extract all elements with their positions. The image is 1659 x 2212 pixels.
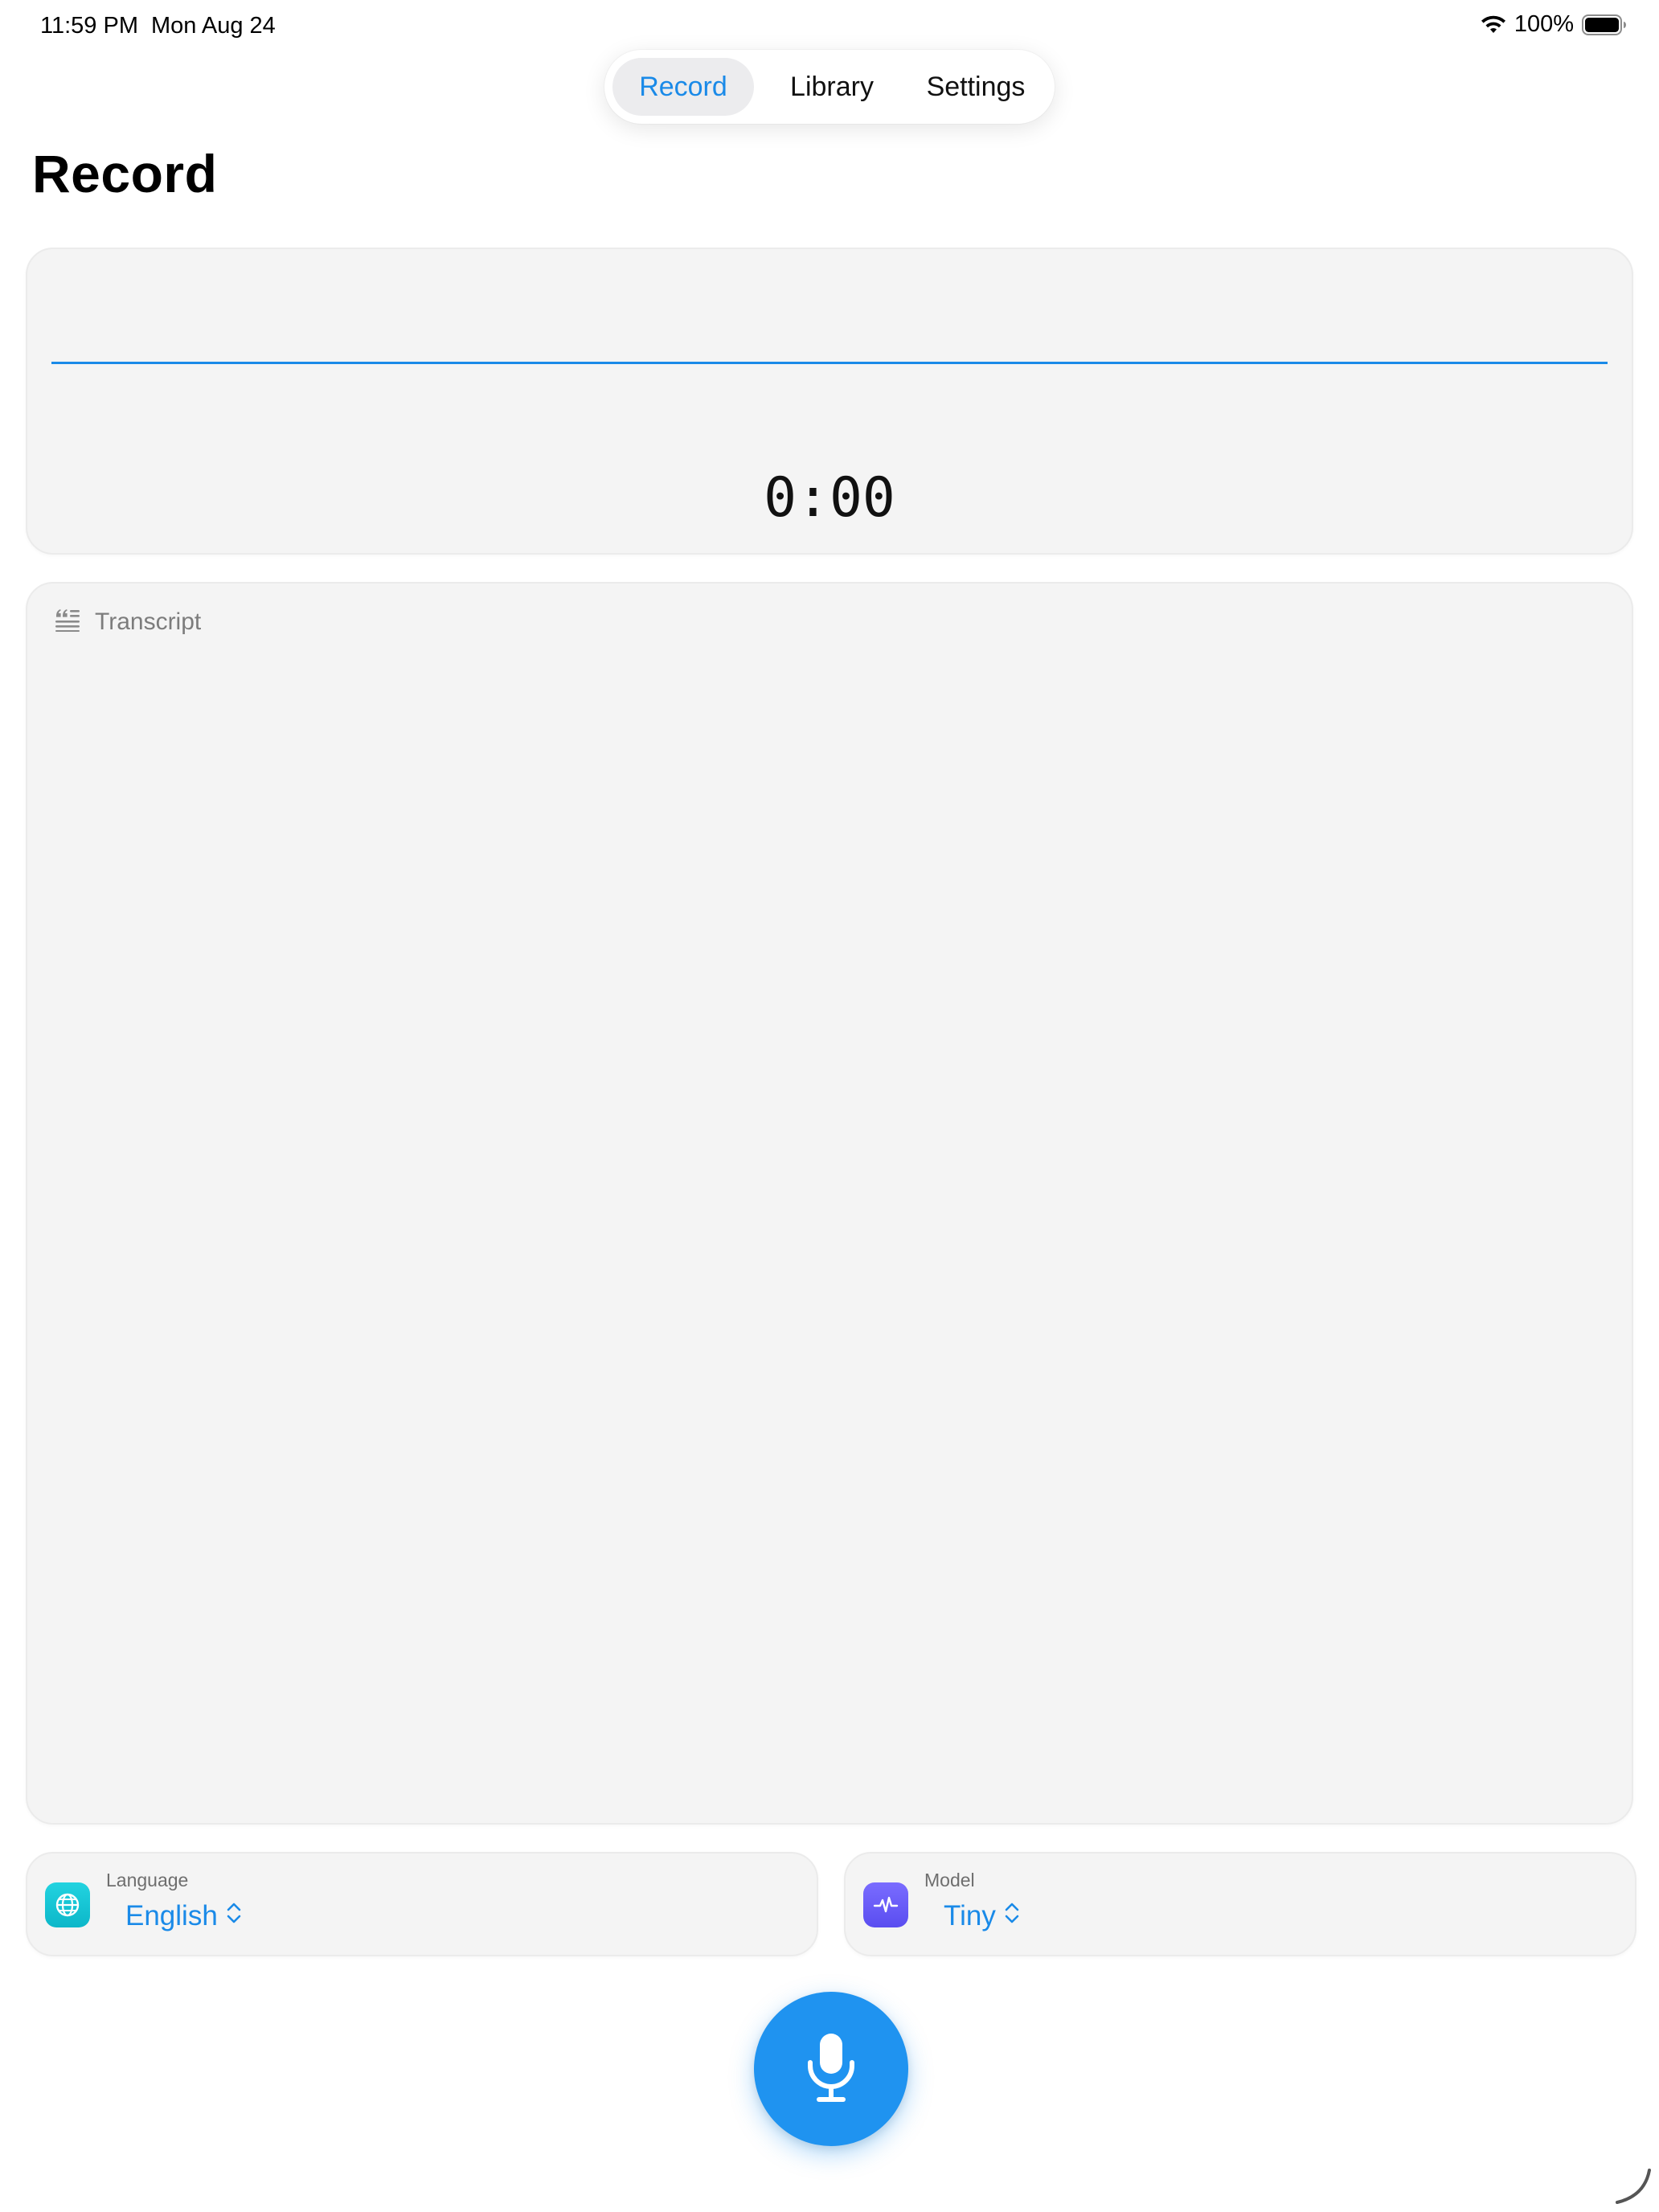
status-time: 11:59 PM [40, 13, 138, 39]
language-caption: Language [106, 1870, 189, 1890]
language-value: English [125, 1900, 218, 1931]
transcript-card[interactable]: Transcript [26, 582, 1633, 1825]
model-caption: Model [924, 1870, 975, 1890]
quote-text-icon [55, 608, 80, 636]
battery-percentage: 100% [1514, 11, 1574, 37]
battery-icon [1582, 14, 1627, 35]
language-selector[interactable]: English [125, 1900, 242, 1932]
model-selector[interactable]: Tiny [944, 1900, 1020, 1932]
microphone-icon [803, 2030, 859, 2108]
waveform-icon [863, 1882, 908, 1927]
record-mic-button[interactable] [754, 1992, 908, 2146]
app-root: 11:59 PM Mon Aug 24 100% Record Library … [0, 0, 1659, 2212]
waveform-line [51, 362, 1608, 364]
page-title: Record [32, 144, 218, 203]
status-indicators: 100% [1481, 11, 1627, 38]
transcript-label: Transcript [95, 608, 202, 635]
window-resize-handle[interactable] [1612, 2165, 1654, 2207]
status-date: Mon Aug 24 [151, 13, 276, 39]
model-value: Tiny [944, 1900, 996, 1931]
language-picker-card: Language English [26, 1852, 818, 1956]
model-picker-card: Model Tiny [844, 1852, 1636, 1956]
wifi-icon [1481, 15, 1506, 35]
chevron-up-down-icon [1004, 1900, 1020, 1932]
recording-timer: 0:00 [764, 466, 895, 530]
tab-bar: Record Library Settings [604, 50, 1055, 124]
status-bar: 11:59 PM Mon Aug 24 100% [0, 0, 1659, 53]
globe-icon [45, 1882, 90, 1927]
transcript-header: Transcript [55, 608, 201, 636]
waveform-card: 0:00 [26, 248, 1633, 555]
tab-record[interactable]: Record [612, 58, 754, 116]
tab-settings[interactable]: Settings [905, 58, 1047, 116]
tab-library[interactable]: Library [765, 58, 899, 116]
chevron-up-down-icon [226, 1900, 242, 1932]
